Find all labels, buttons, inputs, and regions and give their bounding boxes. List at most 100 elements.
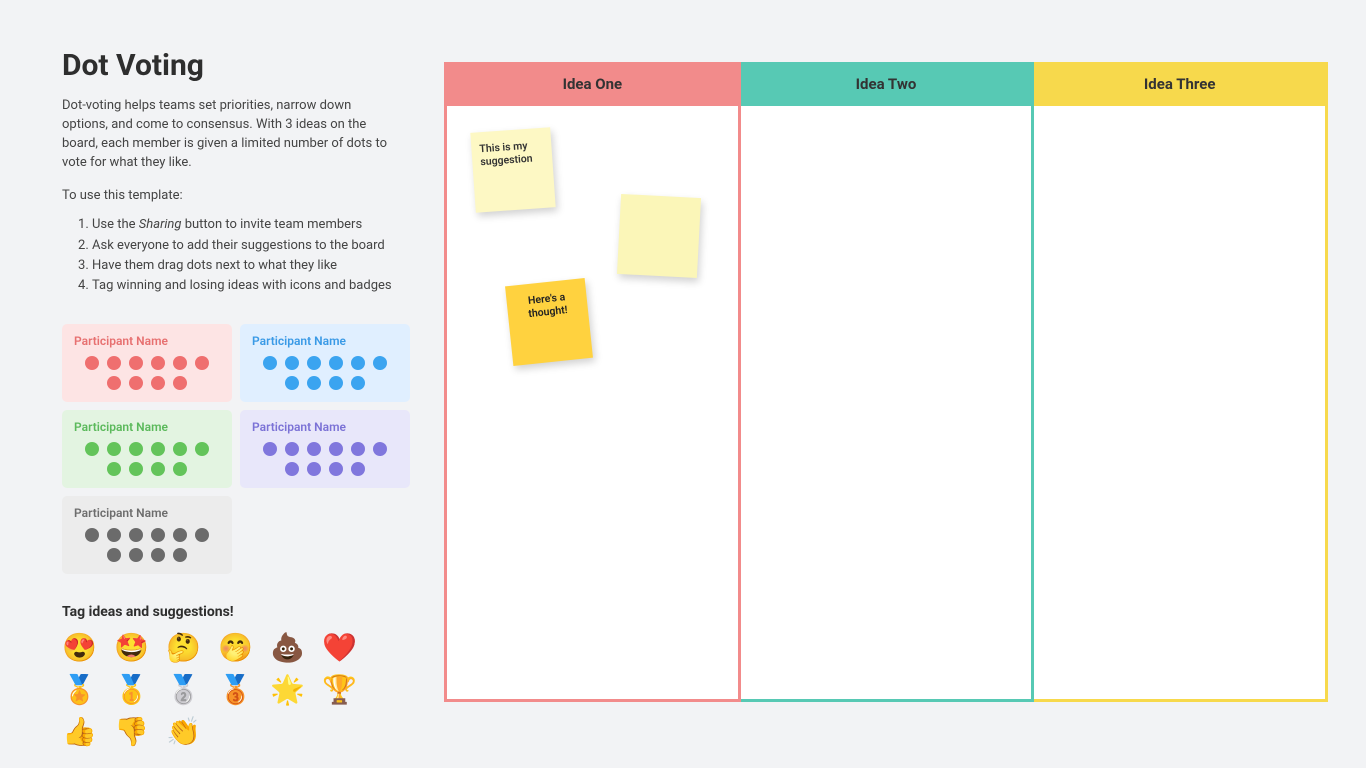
sticky-note-text [629,204,693,207]
vote-dot[interactable] [263,442,277,456]
sticky-note[interactable]: Here's a thought! [505,278,593,366]
vote-dot[interactable] [85,442,99,456]
vote-dot[interactable] [263,356,277,370]
vote-dot[interactable] [285,356,299,370]
emoji-sticker[interactable]: 👎 [114,718,158,746]
sticky-note[interactable] [617,194,701,278]
emoji-sticker[interactable]: 💩 [270,634,314,662]
vote-dot[interactable] [107,376,121,390]
vote-dot[interactable] [151,462,165,476]
vote-dot[interactable] [129,528,143,542]
idea-column[interactable]: Idea Three [1034,62,1328,702]
vote-dot[interactable] [151,376,165,390]
vote-dot[interactable] [307,376,321,390]
vote-dot[interactable] [173,462,187,476]
vote-dot[interactable] [351,376,365,390]
description-text: Dot-voting helps teams set priorities, n… [62,97,392,172]
page-title: Dot Voting [62,48,422,83]
emoji-sticker[interactable]: 🤩 [114,634,158,662]
participant-name: Participant Name [252,420,398,434]
vote-dot[interactable] [351,442,365,456]
vote-dot[interactable] [107,442,121,456]
dot-row [74,528,220,562]
vote-dot[interactable] [85,528,99,542]
emoji-sticker[interactable]: 🤔 [166,634,210,662]
emoji-palette: 😍 🤩 🤔 🤭 💩 ❤️ 🏅 🥇 🥈 🥉 🌟 🏆 👍 👎 👏 [62,634,422,746]
vote-dot[interactable] [173,528,187,542]
dot-row [252,356,398,390]
vote-dot[interactable] [107,548,121,562]
vote-dot[interactable] [129,442,143,456]
column-body[interactable] [1034,106,1325,699]
emoji-sticker[interactable]: 👍 [62,718,106,746]
participants-grid: Participant Name Participant Name Particip… [62,324,422,574]
vote-dot[interactable] [151,442,165,456]
idea-column[interactable]: Idea Two [741,62,1035,702]
participant-card[interactable]: Participant Name [62,410,232,488]
vote-dot[interactable] [129,462,143,476]
sticky-note-text: Here's a thought! [514,289,580,322]
vote-dot[interactable] [285,442,299,456]
vote-dot[interactable] [329,356,343,370]
vote-dot[interactable] [307,442,321,456]
vote-dot[interactable] [107,528,121,542]
participant-name: Participant Name [252,334,398,348]
vote-dot[interactable] [373,442,387,456]
vote-dot[interactable] [329,442,343,456]
vote-dot[interactable] [107,356,121,370]
emoji-sticker[interactable]: 👏 [166,718,210,746]
emoji-sticker[interactable]: ❤️ [322,634,366,662]
idea-column[interactable]: Idea One This is my suggestion Here's a th… [444,62,741,702]
vote-dot[interactable] [351,356,365,370]
voting-board: Idea One This is my suggestion Here's a th… [444,62,1328,702]
participant-name: Participant Name [74,334,220,348]
emoji-sticker[interactable]: 🥉 [218,676,262,704]
emoji-sticker[interactable]: 🌟 [270,676,314,704]
participant-card[interactable]: Participant Name [240,410,410,488]
dot-row [74,356,220,390]
column-body[interactable] [741,106,1032,699]
sticky-note[interactable]: This is my suggestion [470,127,555,212]
emoji-sticker[interactable]: 🤭 [218,634,262,662]
vote-dot[interactable] [107,462,121,476]
vote-dot[interactable] [195,442,209,456]
vote-dot[interactable] [129,376,143,390]
vote-dot[interactable] [373,356,387,370]
vote-dot[interactable] [329,376,343,390]
vote-dot[interactable] [151,528,165,542]
vote-dot[interactable] [173,548,187,562]
step-item: Ask everyone to add their suggestions to… [92,236,422,256]
participant-card[interactable]: Participant Name [62,496,232,574]
participant-card[interactable]: Participant Name [62,324,232,402]
vote-dot[interactable] [173,376,187,390]
vote-dot[interactable] [85,356,99,370]
vote-dot[interactable] [285,376,299,390]
vote-dot[interactable] [151,548,165,562]
tag-heading: Tag ideas and suggestions! [62,604,422,620]
emoji-sticker[interactable]: 🥇 [114,676,158,704]
vote-dot[interactable] [351,462,365,476]
emoji-sticker[interactable]: 🏆 [322,676,366,704]
vote-dot[interactable] [173,442,187,456]
instructions-panel: Dot Voting Dot-voting helps teams set pr… [62,48,422,746]
dot-row [74,442,220,476]
participant-name: Participant Name [74,506,220,520]
vote-dot[interactable] [173,356,187,370]
emoji-sticker[interactable]: 🏅 [62,676,106,704]
vote-dot[interactable] [307,462,321,476]
vote-dot[interactable] [195,356,209,370]
step-item: Have them drag dots next to what they li… [92,256,422,276]
vote-dot[interactable] [129,356,143,370]
step-item: Tag winning and losing ideas with icons … [92,276,422,296]
vote-dot[interactable] [151,356,165,370]
participant-card[interactable]: Participant Name [240,324,410,402]
column-header: Idea One [447,62,738,106]
emoji-sticker[interactable]: 🥈 [166,676,210,704]
vote-dot[interactable] [329,462,343,476]
vote-dot[interactable] [307,356,321,370]
emoji-sticker[interactable]: 😍 [62,634,106,662]
column-body[interactable]: This is my suggestion Here's a thought! [447,106,738,699]
vote-dot[interactable] [285,462,299,476]
vote-dot[interactable] [129,548,143,562]
vote-dot[interactable] [195,528,209,542]
